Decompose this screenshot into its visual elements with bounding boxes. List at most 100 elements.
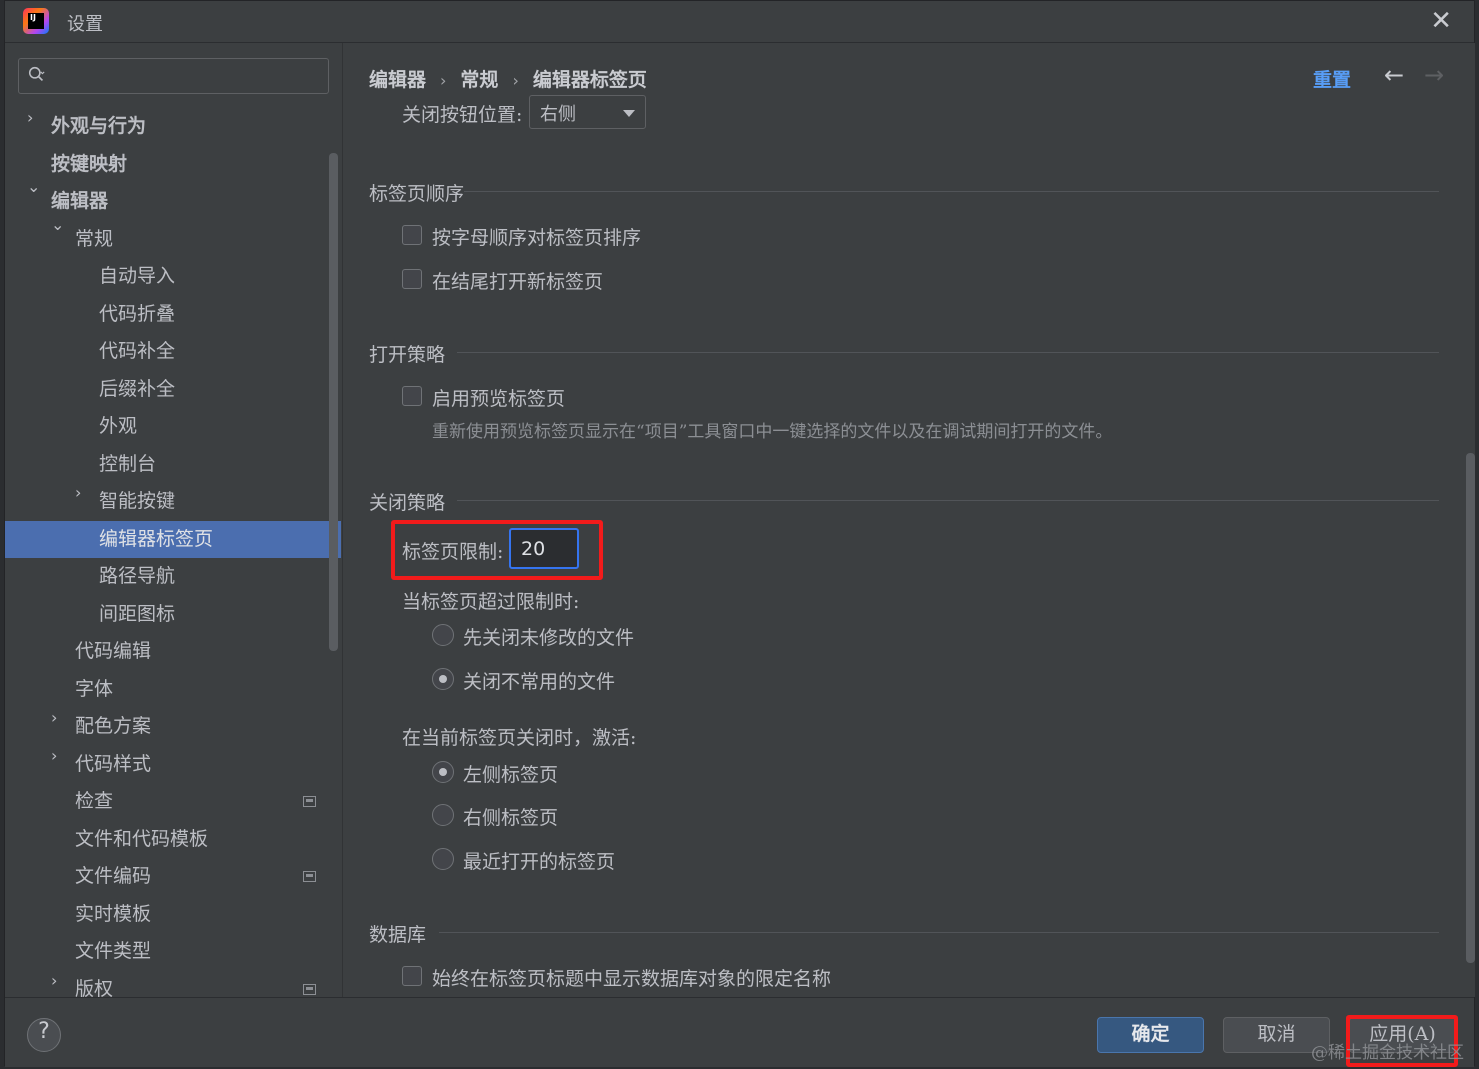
chevron-down-icon xyxy=(623,110,635,117)
sidebar-item[interactable]: 间距图标 xyxy=(5,596,327,634)
dialog-footer: ? 确定 取消 应用(A) @稀土掘金技术社区 xyxy=(5,997,1474,1067)
close-button-position-label: 关闭按钮位置: xyxy=(402,104,523,126)
sidebar-item[interactable]: 路径导航 xyxy=(5,558,327,596)
search-input[interactable] xyxy=(57,62,317,90)
sidebar-item[interactable]: ⌄ 常规 xyxy=(5,215,327,259)
sidebar-item[interactable]: 按键映射 xyxy=(5,146,327,184)
sidebar-item[interactable]: › 智能按键 xyxy=(5,483,327,521)
close-unused-radio[interactable] xyxy=(432,668,454,690)
sort-alphabetically-checkbox[interactable] xyxy=(402,225,422,245)
section-divider xyxy=(457,352,1439,353)
sidebar-scrollbar[interactable] xyxy=(329,153,338,651)
forward-arrow-icon[interactable]: → xyxy=(1424,61,1444,89)
reset-link[interactable]: 重置 xyxy=(1313,65,1351,92)
project-scope-icon xyxy=(303,796,316,807)
close-unmodified-radio[interactable] xyxy=(432,624,454,646)
settings-content: 编辑器 › 常规 › 编辑器标签页 重置 ← → 关闭按钮位置: 右侧 标签页顺序 按字… xyxy=(344,43,1475,997)
chevron-down-icon[interactable]: ⌄ xyxy=(51,215,65,234)
back-arrow-icon[interactable]: ← xyxy=(1384,61,1404,89)
chevron-right-icon[interactable]: › xyxy=(75,483,89,502)
sidebar-item[interactable]: 后缀补全 xyxy=(5,371,327,409)
sidebar-item[interactable]: 文件编码 xyxy=(5,858,327,896)
project-scope-icon xyxy=(303,871,316,882)
activate-recent-radio[interactable] xyxy=(432,848,454,870)
activate-right-radio[interactable] xyxy=(432,804,454,826)
activate-left-radio[interactable] xyxy=(432,761,454,783)
sidebar-item-label: 常规 xyxy=(75,227,114,250)
preview-tab-hint: 重新使用预览标签页显示在“项目”工具窗口中一键选择的文件以及在调试期间打开的文件… xyxy=(432,422,1113,442)
search-box[interactable] xyxy=(18,58,329,94)
sidebar-item-label: 外观 xyxy=(99,415,138,437)
sidebar-item[interactable]: › 版权 xyxy=(5,971,327,998)
tab-limit-input[interactable] xyxy=(509,528,579,569)
project-scope-icon xyxy=(303,983,316,995)
breadcrumb-separator: › xyxy=(440,71,447,90)
breadcrumb-editor[interactable]: 编辑器 xyxy=(369,69,426,91)
sidebar-item[interactable]: 文件和代码模板 xyxy=(5,821,327,859)
section-divider xyxy=(457,500,1439,501)
sidebar-item[interactable]: 检查 xyxy=(5,783,327,821)
sidebar-item[interactable]: › 外观与行为 xyxy=(5,108,327,146)
activate-right-label: 右侧标签页 xyxy=(463,807,559,829)
settings-sidebar: › 外观与行为 按键映射 ⌄ 编辑器 ⌄ 常规 自动导入 代码折叠 代码补全 后缀补全 外观 控制台 › 智… xyxy=(5,43,343,997)
when-exceed-label: 当标签页超过限制时: xyxy=(402,591,580,613)
sidebar-item-label: 实时模板 xyxy=(75,902,152,925)
sidebar-item-label: 代码编辑 xyxy=(75,640,152,662)
ok-button[interactable]: 确定 xyxy=(1097,1017,1204,1053)
watermark: @稀土掘金技术社区 xyxy=(1311,1043,1464,1063)
sidebar-item-label: 配色方案 xyxy=(75,715,152,737)
show-qualified-name-checkbox[interactable] xyxy=(402,966,422,986)
breadcrumb-general[interactable]: 常规 xyxy=(460,69,498,91)
chevron-right-icon[interactable]: › xyxy=(51,971,65,990)
sidebar-item[interactable]: 实时模板 xyxy=(5,896,327,934)
sidebar-item-label: 间距图标 xyxy=(99,602,176,625)
section-divider xyxy=(439,932,1439,933)
sidebar-item-label: 文件和代码模板 xyxy=(75,827,209,850)
breadcrumb-editor-tabs: 编辑器标签页 xyxy=(532,69,647,91)
sidebar-item-label: 自动导入 xyxy=(99,265,176,287)
sidebar-item[interactable]: 代码折叠 xyxy=(5,296,327,334)
open-at-end-checkbox[interactable] xyxy=(402,269,422,289)
section-database-title: 数据库 xyxy=(369,924,427,946)
sidebar-item[interactable]: 字体 xyxy=(5,671,327,709)
sidebar-item[interactable]: › 配色方案 xyxy=(5,708,327,746)
content-scrollbar[interactable] xyxy=(1466,453,1475,963)
close-button-position-select[interactable]: 右侧 xyxy=(529,95,646,129)
logo-text: IJ xyxy=(30,13,36,22)
activate-left-label: 左侧标签页 xyxy=(463,764,559,786)
title-bar: IJ 设置 ✕ xyxy=(5,1,1474,43)
sidebar-item[interactable]: 代码补全 xyxy=(5,333,327,371)
sidebar-item[interactable]: 外观 xyxy=(5,408,327,446)
intellij-logo-icon: IJ xyxy=(23,8,49,34)
sidebar-item[interactable]: 编辑器标签页 xyxy=(5,520,341,558)
sidebar-item[interactable]: 自动导入 xyxy=(5,258,327,296)
sidebar-item-label: 智能按键 xyxy=(99,490,176,512)
chevron-down-icon[interactable]: ⌄ xyxy=(27,177,41,196)
sidebar-item-label: 版权 xyxy=(75,977,114,998)
sidebar-item-label: 外观与行为 xyxy=(51,115,147,137)
sidebar-item[interactable]: › 代码样式 xyxy=(5,746,327,784)
sidebar-item[interactable]: 代码编辑 xyxy=(5,633,327,671)
breadcrumb-separator: › xyxy=(512,71,519,90)
preview-tab-label: 启用预览标签页 xyxy=(432,388,566,410)
sort-alphabetically-label: 按字母顺序对标签页排序 xyxy=(432,227,642,249)
on-close-activate-label: 在当前标签页关闭时，激活: xyxy=(402,727,637,749)
sidebar-item[interactable]: 文件类型 xyxy=(5,933,327,971)
sidebar-item-label: 字体 xyxy=(75,677,114,700)
help-button[interactable]: ? xyxy=(27,1018,61,1052)
preview-tab-checkbox[interactable] xyxy=(402,386,422,406)
chevron-right-icon[interactable]: › xyxy=(27,108,41,127)
close-icon[interactable]: ✕ xyxy=(1430,6,1452,36)
chevron-right-icon[interactable]: › xyxy=(51,746,65,765)
show-qualified-name-label: 始终在标签页标题中显示数据库对象的限定名称 xyxy=(432,968,832,990)
section-tab-order-title: 标签页顺序 xyxy=(369,183,465,205)
search-icon xyxy=(28,66,45,82)
sidebar-item-label: 代码折叠 xyxy=(99,302,176,325)
sidebar-item-label: 控制台 xyxy=(99,452,157,475)
select-value: 右侧 xyxy=(540,104,576,125)
sidebar-item-label: 代码样式 xyxy=(75,752,152,775)
section-divider xyxy=(464,191,1439,192)
section-close-policy-title: 关闭策略 xyxy=(369,492,446,514)
chevron-right-icon[interactable]: › xyxy=(51,708,65,727)
sidebar-item[interactable]: 控制台 xyxy=(5,446,327,484)
